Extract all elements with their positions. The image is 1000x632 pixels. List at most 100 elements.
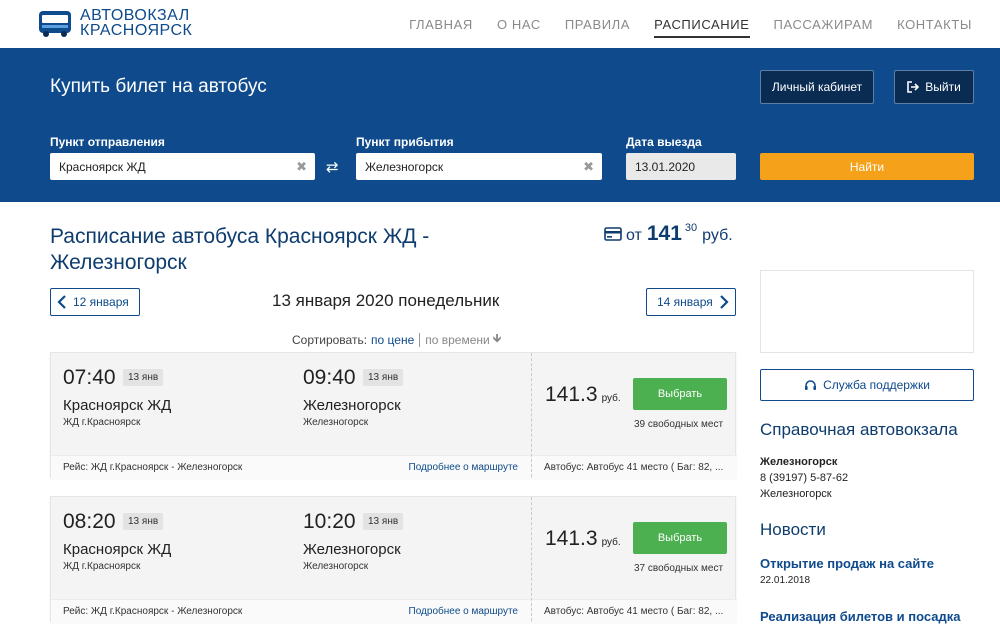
next-date-button[interactable]: 14 января bbox=[646, 288, 736, 316]
arrival-day-badge: 13 янв bbox=[363, 369, 404, 386]
chevron-left-icon bbox=[57, 295, 66, 309]
departure-time: 08:20 bbox=[63, 510, 116, 533]
bus-info: Автобус: Автобус 41 место ( Баг: 82, ... bbox=[544, 462, 724, 473]
chevron-right-icon bbox=[719, 295, 729, 309]
departure-day-badge: 13 янв bbox=[123, 369, 164, 386]
from-value: Красноярск ЖД bbox=[59, 159, 146, 174]
free-seats: 37 свободных мест bbox=[634, 563, 724, 574]
logout-button[interactable]: Выйти bbox=[894, 70, 974, 104]
choose-button[interactable]: Выбрать bbox=[633, 378, 727, 410]
clear-to-icon[interactable]: ✖ bbox=[583, 160, 594, 173]
menu-item-about[interactable]: О НАС bbox=[497, 17, 541, 38]
credit-card-icon bbox=[604, 227, 622, 241]
bus-footer: Автобус: Автобус 41 место ( Баг: 82, ... bbox=[532, 599, 737, 623]
to-label: Пункт прибытия bbox=[356, 135, 454, 149]
menu-item-passengers[interactable]: ПАССАЖИРАМ bbox=[774, 17, 874, 38]
route-text: Рейс: ЖД г.Красноярск - Железногорск bbox=[63, 462, 243, 473]
departure-city: Красноярск ЖД bbox=[63, 541, 172, 558]
menu-item-home[interactable]: ГЛАВНАЯ bbox=[409, 17, 473, 38]
date-label: Дата выезда bbox=[626, 135, 702, 149]
bus-logo-icon bbox=[38, 8, 72, 38]
info-heading: Справочная автовокзала bbox=[760, 420, 958, 439]
page-title: Расписание автобуса Красноярск ЖД - Желе… bbox=[50, 225, 430, 274]
route-details-link[interactable]: Подробнее о маршруте bbox=[409, 606, 518, 617]
news-item-link[interactable]: Реализация билетов и посадка bbox=[760, 609, 961, 624]
search-panel-title: Купить билет на автобус bbox=[50, 76, 267, 97]
arrival-stop: Железногорск bbox=[303, 417, 369, 428]
trip-footer: Рейс: ЖД г.Красноярск - Железногорск Под… bbox=[51, 599, 531, 623]
trip-info: 08:20 13 янв Красноярск ЖД ЖД г.Краснояр… bbox=[51, 497, 531, 623]
trip-price-currency: руб. bbox=[601, 537, 621, 548]
menu-item-contacts[interactable]: КОНТАКТЫ bbox=[897, 17, 972, 38]
top-navigation: АВТОВОКЗАЛ КРАСНОЯРСК ГЛАВНАЯ О НАС ПРАВ… bbox=[0, 0, 1000, 48]
ticket-search-panel: Купить билет на автобус Личный кабинет В… bbox=[0, 48, 1000, 202]
logo-text: АВТОВОКЗАЛ КРАСНОЯРСК bbox=[80, 7, 193, 39]
support-label: Служба поддержки bbox=[823, 378, 930, 392]
headset-icon bbox=[805, 379, 817, 390]
free-seats: 39 свободных мест bbox=[634, 419, 724, 430]
trip-info: 07:40 13 янв Красноярск ЖД ЖД г.Краснояр… bbox=[51, 353, 531, 479]
departure-stop: ЖД г.Красноярск bbox=[63, 417, 141, 428]
current-date: 13 января 2020 понедельник bbox=[272, 291, 500, 310]
to-field[interactable]: Железногорск ✖ bbox=[356, 153, 602, 180]
bus-footer: Автобус: Автобус 41 место ( Баг: 82, ... bbox=[532, 455, 737, 479]
departure-time: 07:40 bbox=[63, 366, 116, 389]
find-button[interactable]: Найти bbox=[760, 153, 974, 180]
to-value: Железногорск bbox=[365, 159, 444, 174]
sort-controls: Сортировать: по цене по времени 🡻 bbox=[292, 329, 501, 350]
min-price: от 141 30 руб. bbox=[604, 222, 733, 246]
next-date-label: 14 января bbox=[657, 295, 713, 309]
menu-item-rules[interactable]: ПРАВИЛА bbox=[565, 17, 630, 38]
trip-purchase: 141.3 руб. Выбрать 39 свободных мест Авто… bbox=[531, 353, 737, 479]
trip-price-currency: руб. bbox=[601, 393, 621, 404]
date-field[interactable]: 13.01.2020 bbox=[626, 153, 736, 180]
date-value: 13.01.2020 bbox=[635, 159, 696, 174]
prev-date-label: 12 января bbox=[73, 295, 129, 309]
logo-line-1: АВТОВОКЗАЛ bbox=[80, 7, 190, 24]
min-price-currency: руб. bbox=[702, 227, 733, 244]
route-text: Рейс: ЖД г.Красноярск - Железногорск bbox=[63, 606, 243, 617]
sort-label: Сортировать: bbox=[292, 332, 368, 347]
min-price-label: от bbox=[626, 227, 642, 244]
ad-banner[interactable] bbox=[760, 270, 974, 353]
choose-button[interactable]: Выбрать bbox=[633, 522, 727, 554]
clear-from-icon[interactable]: ✖ bbox=[296, 160, 307, 173]
trip-card: 07:40 13 янв Красноярск ЖД ЖД г.Краснояр… bbox=[50, 352, 737, 479]
trip-price: 141.3 руб. bbox=[545, 383, 621, 407]
info-place: Железногорск bbox=[760, 488, 832, 500]
sort-by-time-link[interactable]: по времени bbox=[425, 333, 489, 347]
departure-day-badge: 13 янв bbox=[123, 513, 164, 530]
logo[interactable]: АВТОВОКЗАЛ КРАСНОЯРСК bbox=[38, 7, 193, 39]
menu-item-schedule[interactable]: РАСПИСАНИЕ bbox=[654, 17, 750, 38]
trip-price-value: 141.3 bbox=[545, 527, 598, 550]
info-city: Железногорск bbox=[760, 456, 838, 468]
news-item-link[interactable]: Открытие продаж на сайте bbox=[760, 556, 934, 571]
arrival-time: 10:20 bbox=[303, 510, 356, 533]
from-field[interactable]: Красноярск ЖД ✖ bbox=[50, 153, 315, 180]
info-phone: 8 (39197) 5-87-62 bbox=[760, 472, 849, 484]
support-button[interactable]: Служба поддержки bbox=[760, 369, 974, 401]
main-menu: ГЛАВНАЯ О НАС ПРАВИЛА РАСПИСАНИЕ ПАССАЖИ… bbox=[385, 17, 972, 38]
bus-info: Автобус: Автобус 41 место ( Баг: 82, ... bbox=[544, 606, 724, 617]
sort-by-price-link[interactable]: по цене bbox=[371, 332, 421, 347]
info-contacts: Железногорск 8 (39197) 5-87-62 Железного… bbox=[760, 454, 848, 502]
news-heading: Новости bbox=[760, 520, 826, 539]
trip-price: 141.3 руб. bbox=[545, 527, 621, 551]
cabinet-button[interactable]: Личный кабинет bbox=[760, 70, 874, 104]
from-label: Пункт отправления bbox=[50, 135, 165, 149]
trip-purchase: 141.3 руб. Выбрать 37 свободных мест Авто… bbox=[531, 497, 737, 623]
arrival-stop: Железногорск bbox=[303, 561, 369, 572]
arrival-time: 09:40 bbox=[303, 366, 356, 389]
arrow-down-icon: 🡻 bbox=[492, 331, 502, 345]
logo-line-2: КРАСНОЯРСК bbox=[80, 22, 193, 39]
departure-city: Красноярск ЖД bbox=[63, 397, 172, 414]
min-price-integer: 141 bbox=[646, 222, 682, 245]
news-item-date: 22.01.2018 bbox=[760, 575, 811, 586]
logout-label: Выйти bbox=[925, 80, 961, 94]
swap-directions-icon[interactable]: ⇄ bbox=[326, 158, 339, 176]
route-details-link[interactable]: Подробнее о маршруте bbox=[409, 462, 518, 473]
trip-footer: Рейс: ЖД г.Красноярск - Железногорск Под… bbox=[51, 455, 531, 479]
arrival-day-badge: 13 янв bbox=[363, 513, 404, 530]
logout-icon bbox=[907, 81, 920, 93]
prev-date-button[interactable]: 12 января bbox=[50, 288, 140, 316]
